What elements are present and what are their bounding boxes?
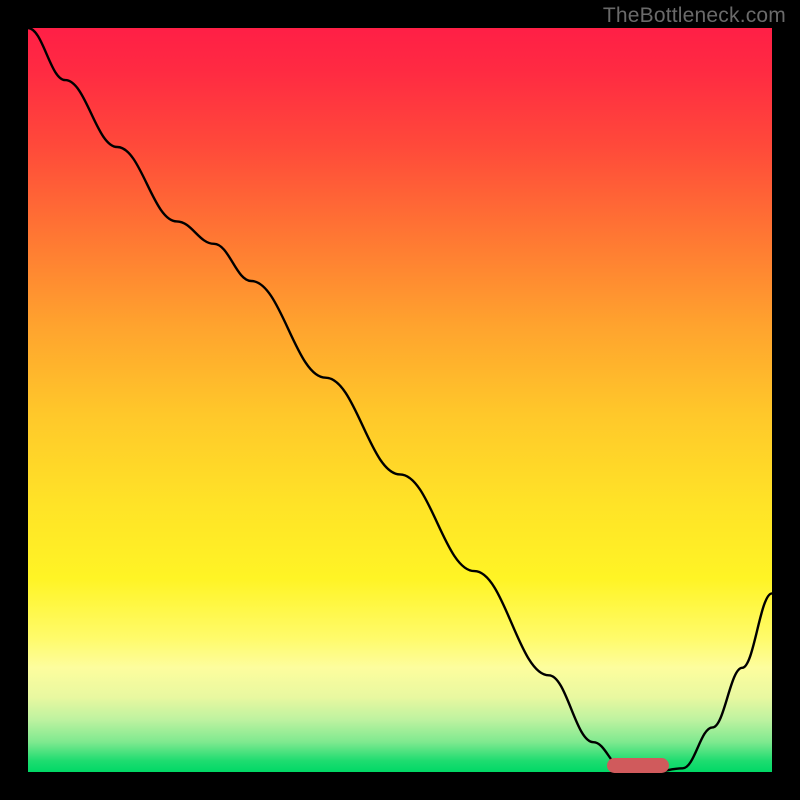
watermark-text: TheBottleneck.com xyxy=(603,4,786,28)
bottleneck-curve xyxy=(28,28,772,772)
plot-area xyxy=(28,28,772,772)
curve-path xyxy=(28,28,772,772)
minimum-marker xyxy=(607,758,669,773)
chart-frame: TheBottleneck.com xyxy=(0,0,800,800)
